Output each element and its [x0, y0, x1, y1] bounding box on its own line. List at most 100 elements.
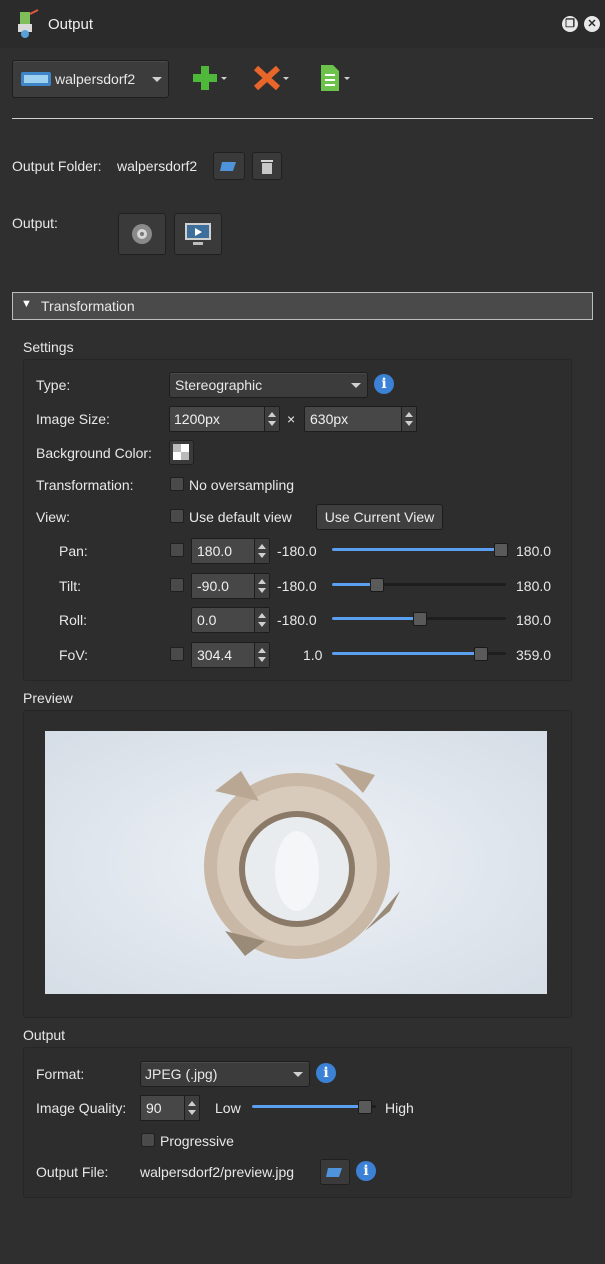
chevron-down-icon — [152, 77, 162, 82]
roll-slider[interactable] — [332, 611, 506, 627]
no-oversampling-label: No oversampling — [189, 477, 295, 493]
spin-arrows-icon[interactable] — [254, 539, 269, 563]
tilt-label: Tilt: — [59, 578, 82, 594]
image-size-label: Image Size: — [36, 411, 110, 427]
project-selector[interactable]: walpersdorf2 — [12, 60, 169, 98]
add-output-button[interactable] — [188, 64, 228, 92]
type-select[interactable]: Stereographic — [169, 372, 368, 398]
pan-field[interactable]: 180.0 — [191, 538, 270, 564]
roll-value: 0.0 — [197, 612, 217, 628]
pan-min: -180.0 — [277, 543, 317, 559]
fov-min: 1.0 — [303, 647, 323, 663]
fov-checkbox[interactable] — [170, 647, 184, 661]
output-folder-label: Output Folder: — [12, 158, 102, 174]
spin-arrows-icon[interactable] — [401, 407, 416, 431]
pan-max: 180.0 — [516, 543, 552, 559]
progressive-checkbox[interactable] — [141, 1133, 155, 1147]
slider-fill — [332, 652, 480, 655]
background-color-button[interactable] — [169, 440, 194, 465]
settings-title: Settings — [23, 339, 74, 355]
output-section-title: Output — [23, 1027, 66, 1043]
preview-display-button[interactable] — [174, 213, 222, 255]
pan-value: 180.0 — [197, 543, 233, 559]
trash-icon — [261, 160, 273, 174]
close-icon[interactable]: ✕ — [584, 16, 600, 32]
spin-arrows-icon[interactable] — [254, 643, 269, 667]
info-icon[interactable]: i — [316, 1063, 336, 1083]
fov-max: 359.0 — [516, 647, 552, 663]
image-height-field[interactable]: 630px — [304, 406, 417, 432]
use-current-view-label: Use Current View — [324, 509, 435, 525]
info-icon[interactable]: i — [356, 1161, 376, 1181]
tilt-min: -180.0 — [277, 578, 317, 594]
output-file-label: Output File: — [36, 1164, 109, 1180]
image-width-field[interactable]: 1200px — [169, 406, 280, 432]
pan-slider[interactable] — [332, 542, 508, 558]
slider-handle[interactable] — [473, 647, 488, 661]
tilt-slider[interactable] — [332, 577, 506, 593]
chevron-down-icon — [351, 383, 361, 388]
image-height-value: 630px — [310, 411, 349, 427]
fov-label: FoV: — [59, 647, 89, 663]
collapse-triangle-icon: ▼ — [21, 298, 32, 310]
output-settings-button[interactable] — [118, 213, 166, 255]
title-bar: Output ❐ ✕ — [0, 0, 605, 48]
spin-arrows-icon[interactable] — [254, 608, 269, 632]
slider-handle[interactable] — [357, 1100, 372, 1114]
roll-label: Roll: — [59, 612, 88, 628]
tilt-checkbox[interactable] — [170, 578, 184, 592]
transformation-label: Transformation: — [36, 477, 134, 493]
progressive-label: Progressive — [160, 1133, 234, 1149]
roll-min: -180.0 — [277, 612, 317, 628]
chevron-down-icon — [293, 1072, 303, 1077]
format-select[interactable]: JPEG (.jpg) — [140, 1061, 310, 1087]
folder-icon — [220, 162, 236, 171]
browse-folder-button[interactable] — [213, 152, 245, 180]
spin-arrows-icon[interactable] — [184, 1096, 199, 1120]
slider-handle[interactable] — [494, 543, 508, 557]
window-title: Output — [48, 16, 94, 33]
panorama-icon — [21, 72, 51, 86]
roll-max: 180.0 — [516, 612, 552, 628]
quality-low-label: Low — [215, 1100, 241, 1116]
background-color-label: Background Color: — [36, 445, 152, 461]
no-oversampling-checkbox[interactable] — [170, 477, 184, 491]
format-label: Format: — [36, 1066, 85, 1082]
slider-fill — [332, 583, 376, 586]
image-quality-label: Image Quality: — [36, 1100, 127, 1116]
image-quality-field[interactable]: 90 — [140, 1095, 200, 1121]
slider-handle[interactable] — [413, 612, 427, 626]
slider-handle[interactable] — [369, 578, 384, 592]
remove-output-button[interactable] — [250, 64, 290, 92]
settings-group — [23, 359, 572, 681]
format-value: JPEG (.jpg) — [145, 1066, 218, 1082]
use-current-view-button[interactable]: Use Current View — [316, 504, 443, 530]
slider-fill — [332, 617, 419, 620]
output-file-value: walpersdorf2/preview.jpg — [140, 1164, 295, 1180]
tilt-max: 180.0 — [516, 578, 552, 594]
fov-slider[interactable] — [332, 646, 506, 662]
info-icon[interactable]: i — [374, 374, 394, 394]
restore-icon[interactable]: ❐ — [562, 16, 578, 32]
use-default-view-label: Use default view — [189, 509, 292, 525]
green-plus-icon — [193, 66, 227, 90]
transformation-title: Transformation — [41, 298, 135, 314]
app-logo-icon — [18, 9, 39, 38]
pan-checkbox[interactable] — [170, 543, 184, 557]
folder-icon — [326, 1168, 342, 1177]
document-button[interactable] — [316, 64, 356, 92]
use-default-view-checkbox[interactable] — [170, 509, 184, 523]
spin-arrows-icon[interactable] — [264, 407, 279, 431]
delete-folder-button[interactable] — [252, 152, 282, 180]
spin-arrows-icon[interactable] — [254, 574, 269, 598]
quality-slider[interactable] — [252, 1099, 376, 1115]
tilt-field[interactable]: -90.0 — [191, 573, 270, 599]
roll-field[interactable]: 0.0 — [191, 607, 270, 633]
gear-icon — [132, 224, 152, 244]
transformation-section-header[interactable]: ▼ Transformation — [12, 292, 593, 320]
preview-title: Preview — [23, 690, 73, 706]
preview-image — [45, 731, 547, 994]
green-document-icon — [321, 65, 350, 91]
fov-field[interactable]: 304.4 — [191, 642, 270, 668]
browse-file-button[interactable] — [320, 1159, 350, 1185]
